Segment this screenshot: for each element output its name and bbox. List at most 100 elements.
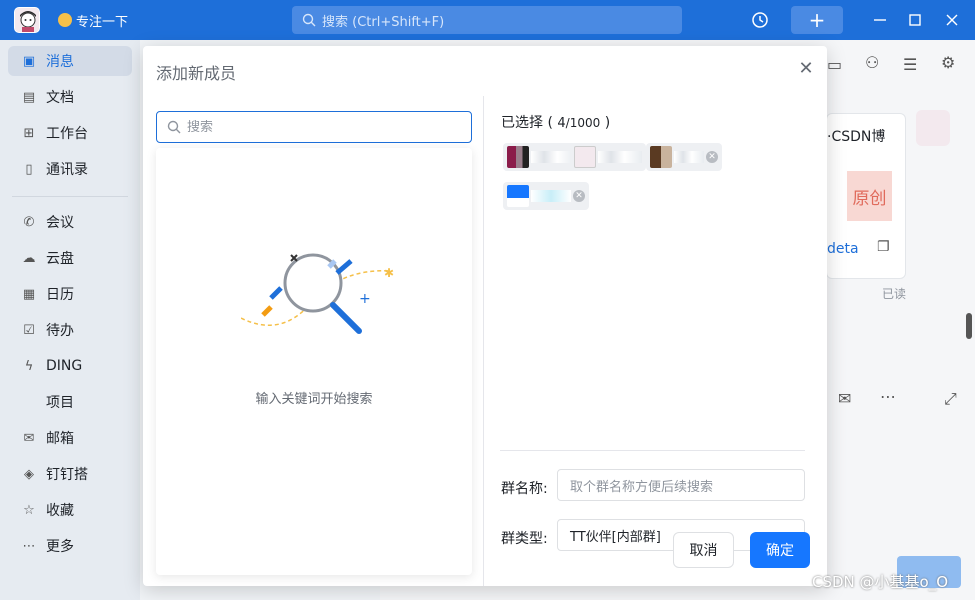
original-badge: 原创	[847, 171, 892, 221]
svg-text:✱: ✱	[384, 266, 394, 280]
selected-max: /1000	[565, 116, 601, 130]
more-icon: ⋯	[22, 538, 36, 554]
sidebar-item-todo[interactable]: ☑ 待办	[8, 315, 132, 345]
sidebar-item-calendar[interactable]: ▦ 日历	[8, 279, 132, 309]
sidebar-item-docs[interactable]: ▤ 文档	[8, 82, 132, 112]
sidebar-item-label: 邮箱	[46, 431, 74, 447]
builder-icon: ◈	[24, 466, 34, 482]
focus-icon	[58, 13, 72, 27]
settings-icon[interactable]: ⚙	[941, 53, 955, 72]
maximize-icon[interactable]	[905, 10, 925, 30]
minimize-icon[interactable]	[870, 10, 890, 30]
confirm-button[interactable]: 确定	[750, 532, 810, 568]
global-search-placeholder: 搜索 (Ctrl+Shift+F)	[322, 14, 445, 30]
sidebar-item-cloud[interactable]: ☁ 云盘	[8, 243, 132, 273]
close-icon[interactable]: ✕	[798, 60, 814, 78]
expand-icon[interactable]: ⤢	[944, 389, 957, 409]
sidebar-item-label: 待办	[46, 323, 74, 339]
selected-member-chip[interactable]	[503, 143, 579, 171]
selected-title: 已选择 ( 4/1000 )	[501, 115, 611, 131]
close-window-icon[interactable]	[942, 10, 962, 30]
card-text: ·CSDN博	[827, 129, 886, 145]
sidebar-item-label: 工作台	[46, 126, 88, 142]
selected-member-chip[interactable]: ✕	[646, 143, 722, 171]
selected-member-chip[interactable]: ✕	[503, 182, 589, 210]
mail-icon: ✉	[23, 430, 35, 446]
sidebar-item-label: DING	[46, 358, 83, 374]
sidebar-item-label: 云盘	[46, 251, 74, 267]
history-icon[interactable]	[750, 10, 770, 30]
sender-avatar	[916, 110, 950, 146]
selected-member-chip[interactable]	[570, 143, 646, 171]
folder-icon[interactable]: ▭	[827, 55, 842, 74]
selected-count: 4	[557, 116, 566, 131]
sidebar: ▣ 消息 ▤ 文档 ⊞ 工作台 ▯ 通讯录 ✆ 会议 ☁ 云盘 ▦ 日历 ☑ 待办 ϟ DING …	[0, 40, 140, 600]
sidebar-item-label: 收藏	[46, 503, 74, 519]
search-icon	[167, 120, 181, 134]
remove-member-icon[interactable]: ✕	[706, 151, 718, 163]
group-type-label: 群类型:	[501, 531, 548, 547]
add-member-dialog: 添加新成员 ✕ ✱ + 输入关键词开始搜索 已选择 (	[143, 46, 827, 586]
doc-icon: ▤	[22, 89, 36, 105]
chat-icon: ▣	[22, 53, 36, 69]
sidebar-item-builder[interactable]: ◈ 钉钉搭	[8, 459, 132, 489]
search-results-panel: ✱ + 输入关键词开始搜索	[156, 148, 472, 575]
card-link[interactable]: deta	[827, 241, 859, 257]
sidebar-item-label: 日历	[46, 287, 74, 303]
member-avatar	[650, 146, 672, 168]
cancel-button[interactable]: 取消	[673, 532, 734, 568]
phone-icon: ✆	[23, 214, 35, 230]
empty-search-text: 输入关键词开始搜索	[255, 392, 373, 407]
member-search-input[interactable]	[187, 119, 447, 135]
sidebar-item-label: 通讯录	[46, 162, 88, 178]
sidebar-item-favorites[interactable]: ☆ 收藏	[8, 495, 132, 525]
plus-icon: +	[808, 8, 826, 32]
sidebar-item-more[interactable]: ⋯ 更多	[8, 531, 132, 561]
sidebar-item-label: 更多	[46, 539, 74, 555]
cloud-icon: ☁	[22, 250, 36, 266]
selected-pane: 已选择 ( 4/1000 ) ✕ ✕ 群名称: 取个群名称方便后续搜索 群类型:	[484, 96, 827, 586]
sidebar-item-label: 消息	[46, 54, 74, 70]
watermark: CSDN @小基基o_O	[812, 573, 949, 591]
create-button[interactable]: +	[791, 6, 843, 34]
add-member-icon[interactable]: ⚇	[865, 53, 879, 72]
read-status: 已读	[882, 287, 907, 301]
search-icon	[302, 13, 316, 27]
message-card[interactable]: ·CSDN博 原创 deta ❐	[826, 113, 906, 279]
sidebar-item-label: 项目	[46, 395, 74, 411]
user-avatar[interactable]	[14, 7, 40, 33]
more-icon[interactable]: ⋯	[880, 387, 896, 406]
sidebar-item-meeting[interactable]: ✆ 会议	[8, 207, 132, 237]
sidebar-item-label: 钉钉搭	[46, 467, 88, 483]
group-name-input[interactable]: 取个群名称方便后续搜索	[557, 469, 805, 501]
search-list-icon[interactable]: ☰	[903, 55, 917, 74]
member-search-field[interactable]	[156, 111, 472, 143]
member-avatar	[574, 146, 596, 168]
search-pane: ✱ + 输入关键词开始搜索	[143, 96, 484, 586]
focus-mode-button[interactable]: 专注一下	[58, 9, 128, 31]
member-avatar	[507, 185, 529, 207]
focus-label: 专注一下	[76, 14, 129, 30]
sidebar-item-project[interactable]: 项目	[8, 387, 132, 417]
sidebar-item-label: 会议	[46, 215, 74, 231]
title-bar: 专注一下 搜索 (Ctrl+Shift+F) +	[0, 0, 975, 40]
global-search-bar[interactable]: 搜索 (Ctrl+Shift+F)	[292, 6, 682, 34]
member-avatar	[507, 146, 529, 168]
sidebar-item-label: 文档	[46, 90, 74, 106]
contacts-icon: ▯	[25, 161, 33, 177]
empty-search-illustration: ✱ +	[241, 253, 394, 334]
copy-icon[interactable]: ❐	[877, 239, 890, 255]
sidebar-item-messages[interactable]: ▣ 消息	[8, 46, 132, 76]
remove-member-icon[interactable]: ✕	[573, 190, 585, 202]
mail-icon[interactable]: ✉	[838, 389, 851, 408]
group-name-label: 群名称:	[501, 481, 548, 497]
sidebar-item-workbench[interactable]: ⊞ 工作台	[8, 118, 132, 148]
sidebar-item-contacts[interactable]: ▯ 通讯录	[8, 154, 132, 184]
ding-icon: ϟ	[24, 358, 34, 374]
grid-icon: ⊞	[23, 125, 35, 141]
sidebar-item-ding[interactable]: ϟ DING	[8, 351, 132, 381]
sidebar-item-mail[interactable]: ✉ 邮箱	[8, 423, 132, 453]
scrollbar-thumb[interactable]	[966, 313, 972, 339]
divider	[500, 450, 805, 451]
star-icon: ☆	[23, 502, 35, 518]
